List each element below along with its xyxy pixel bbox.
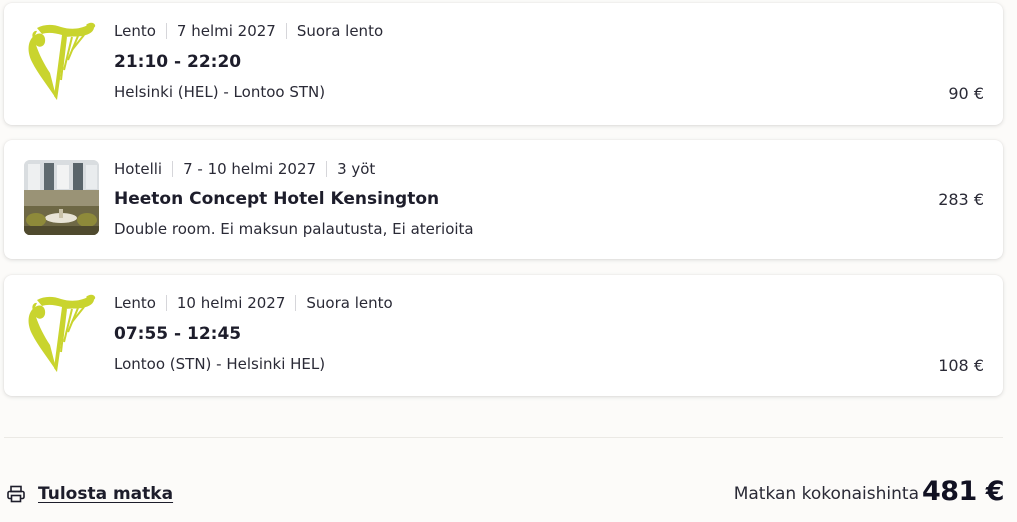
meta-separator	[172, 161, 174, 177]
hotel-name: Heeton Concept Hotel Kensington	[114, 189, 440, 209]
flight-route: Lontoo (STN) - Helsinki HEL)	[114, 355, 326, 373]
flight-card-return: Lento 10 helmi 2027 Suora lento 07:55 - …	[4, 275, 1003, 396]
item-extra: Suora lento	[296, 22, 384, 40]
flight-card-outbound: Lento 7 helmi 2027 Suora lento 21:10 - 2…	[4, 3, 1003, 125]
item-type-label: Lento	[114, 294, 156, 312]
hotel-card: Hotelli 7 - 10 helmi 2027 3 yöt Heeton C…	[4, 140, 1003, 259]
total-price-label: Matkan kokonaishinta	[733, 484, 919, 504]
hotel-photo	[24, 160, 99, 235]
flight-meta: Lento 10 helmi 2027 Suora lento	[114, 294, 393, 312]
item-date: 10 helmi 2027	[176, 294, 286, 312]
footer-divider	[4, 437, 1003, 438]
printer-icon	[7, 485, 25, 503]
print-trip-link[interactable]: Tulosta matka	[38, 484, 173, 504]
item-price: 283 €	[938, 190, 984, 209]
flight-meta: Lento 7 helmi 2027 Suora lento	[114, 22, 383, 40]
item-type-label: Lento	[114, 22, 156, 40]
item-type-label: Hotelli	[114, 160, 163, 178]
total-price-value: 481 €	[921, 476, 1005, 507]
meta-separator	[295, 295, 297, 311]
item-price: 108 €	[938, 356, 984, 375]
room-details: Double room. Ei maksun palautusta, Ei at…	[114, 220, 474, 238]
item-date: 7 - 10 helmi 2027	[183, 160, 317, 178]
harp-logo-icon	[24, 292, 99, 372]
meta-separator	[165, 295, 167, 311]
hotel-meta: Hotelli 7 - 10 helmi 2027 3 yöt	[114, 160, 375, 178]
item-price: 90 €	[948, 84, 984, 103]
meta-separator	[165, 23, 167, 39]
print-trip[interactable]: Tulosta matka	[6, 484, 173, 504]
meta-separator	[326, 161, 328, 177]
item-date: 7 helmi 2027	[176, 22, 276, 40]
item-extra: Suora lento	[306, 294, 393, 312]
flight-times: 07:55 - 12:45	[114, 324, 242, 344]
item-extra: 3 yöt	[337, 160, 376, 178]
flight-route: Helsinki (HEL) - Lontoo STN)	[114, 83, 326, 101]
flight-times: 21:10 - 22:20	[114, 52, 242, 72]
meta-separator	[285, 23, 287, 39]
harp-logo-icon	[24, 20, 99, 101]
